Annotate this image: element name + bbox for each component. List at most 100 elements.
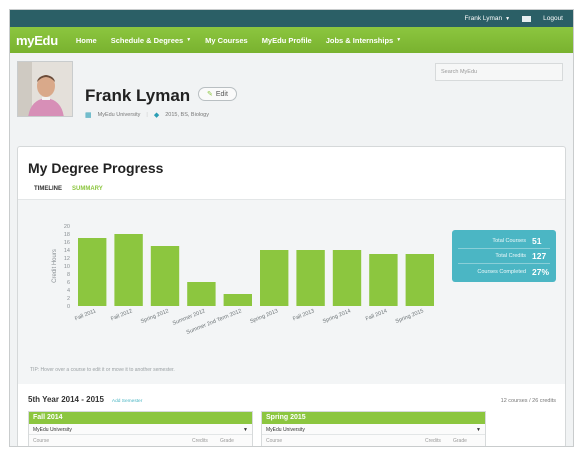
profile-meta: ▦ MyEdu University | ◆ 2015, BS, Biology [85,111,209,119]
col-course: Course [33,438,50,444]
semester-title: Spring 2015 [262,412,485,424]
school-select[interactable]: MyEdu University ▼ [262,424,485,435]
meta-divider: | [146,112,148,118]
chevron-down-icon: ▼ [505,15,511,22]
credit-hours-chart: 0 2 4 6 8 10 12 14 16 18 20 Credit Hours Fall 2011 Fa… [52,224,434,336]
tab-timeline[interactable]: TIMELINE [34,186,62,192]
logout-link[interactable]: Logout [543,15,563,22]
nav-courses-label: My Courses [205,35,248,45]
year-header: 5th Year 2014 - 2015 Add Semester 12 cou… [28,395,556,404]
nav-jobs-label: Jobs & Internships [325,35,394,45]
x-tick-label: Spring 2012 [140,308,170,325]
stat-value: 127 [532,251,547,261]
school-select-value: MyEdu University [33,427,72,433]
logo[interactable]: myEdu [16,33,58,48]
nav-home-label: Home [75,35,97,45]
bar [223,294,252,306]
col-grade: Grade [453,438,467,444]
col-course: Course [266,438,283,444]
pencil-icon: ✎ [207,91,213,98]
tab-summary[interactable]: SUMMARY [72,186,103,192]
user-name: Frank Lyman [464,15,503,22]
avatar[interactable] [17,61,73,117]
bar [369,254,398,306]
stat-total-courses: Total Courses 51 [458,234,550,249]
graduation-cap-icon: ◆ [153,112,160,119]
col-credits: Credits [192,438,208,444]
x-tick-label: Spring 2014 [322,308,352,325]
col-credits: Credits [425,438,441,444]
y-tick-label: 8 [67,272,70,278]
year-title: 5th Year 2014 - 2015 [28,395,104,404]
view-tabs: TIMELINE SUMMARY [34,186,103,192]
bar [332,250,362,306]
bar [405,254,434,306]
nav-jobs-internships[interactable]: Jobs & Internships ▼ [326,36,401,45]
bar [114,234,143,306]
bar [187,282,216,306]
y-tick-label: 18 [64,232,70,238]
stat-courses-completed: Courses Completed 27% [458,264,550,279]
stat-label: Total Credits [495,253,526,259]
stat-label: Courses Completed [477,268,526,275]
edit-button[interactable]: ✎ Edit [198,87,237,101]
x-tick-label: Fall 2012 [110,308,133,322]
chevron-down-icon: ▼ [186,37,192,43]
mail-icon[interactable] [522,15,532,22]
y-tick-label: 12 [64,256,70,262]
main-nav: myEdu Home Schedule & Degrees ▼ My Course… [10,27,573,53]
x-tick-label: Fall 2013 [292,308,315,322]
stat-total-credits: Total Credits 127 [458,249,550,264]
stat-label: Total Courses [492,238,526,244]
bar [78,238,107,306]
user-menu[interactable]: Frank Lyman ▼ [464,15,510,22]
stat-value: 51 [532,236,542,246]
nav-myedu-profile[interactable]: MyEdu Profile [262,36,312,45]
y-tick-label: 6 [67,280,70,286]
semester-card-fall-2014: Fall 2014 MyEdu University ▼ Course Cred… [28,411,253,446]
x-tick-label: Fall 2011 [74,308,97,322]
search-input[interactable]: Search MyEdu [435,63,563,81]
app-window: Frank Lyman ▼ Logout myEdu Home Schedule… [9,9,574,447]
degree-info: 2015, BS, Biology [165,112,209,118]
school-select[interactable]: MyEdu University ▼ [29,424,252,435]
add-semester-link[interactable]: Add Semester [112,399,142,404]
profile-header: Frank Lyman ✎ Edit ▦ MyEdu University | … [10,53,573,145]
semester-columns: Course Credits Grade [29,435,252,446]
school-name: MyEdu University [97,112,141,118]
y-tick-label: 16 [64,240,70,246]
degree-progress-card: My Degree Progress TIMELINE SUMMARY 0 2 4 6… [17,146,566,446]
semester-title: Fall 2014 [29,412,252,424]
school-select-value: MyEdu University [266,427,305,433]
tip-text: TIP: Hover over a course to edit it or m… [30,367,175,373]
x-tick-label: Spring 2015 [395,308,425,325]
school-icon: ▦ [85,112,92,119]
y-tick-label: 4 [67,288,70,294]
nav-schedule-degrees[interactable]: Schedule & Degrees ▼ [111,36,191,45]
profile-name: Frank Lyman [85,86,191,105]
nav-schedule-label: Schedule & Degrees [110,35,184,45]
bar [296,250,325,306]
col-grade: Grade [220,438,234,444]
bar [150,246,180,306]
y-tick-label: 14 [64,248,70,254]
y-axis-label: Credit Hours [52,249,58,283]
y-tick-label: 2 [67,296,70,302]
nav-profile-label: MyEdu Profile [261,35,312,45]
year-course-count: 12 courses / 26 credits [500,398,556,404]
dropdown-arrow-icon: ▼ [243,427,248,433]
nav-home[interactable]: Home [76,36,97,45]
dropdown-arrow-icon: ▼ [476,427,481,433]
x-tick-label: Fall 2014 [365,308,388,322]
top-bar: Frank Lyman ▼ Logout [10,10,573,27]
semester-columns: Course Credits Grade [262,435,485,446]
y-tick-label: 10 [64,264,70,270]
page-title: My Degree Progress [28,160,164,176]
nav-my-courses[interactable]: My Courses [205,36,248,45]
y-tick-label: 20 [64,224,70,230]
bar [260,250,289,306]
chart-panel: 0 2 4 6 8 10 12 14 16 18 20 Credit Hours Fall 2011 Fa… [18,199,565,384]
y-tick-label: 0 [67,304,70,310]
semester-card-spring-2015: Spring 2015 MyEdu University ▼ Course Cr… [261,411,486,446]
chevron-down-icon: ▼ [396,37,402,43]
